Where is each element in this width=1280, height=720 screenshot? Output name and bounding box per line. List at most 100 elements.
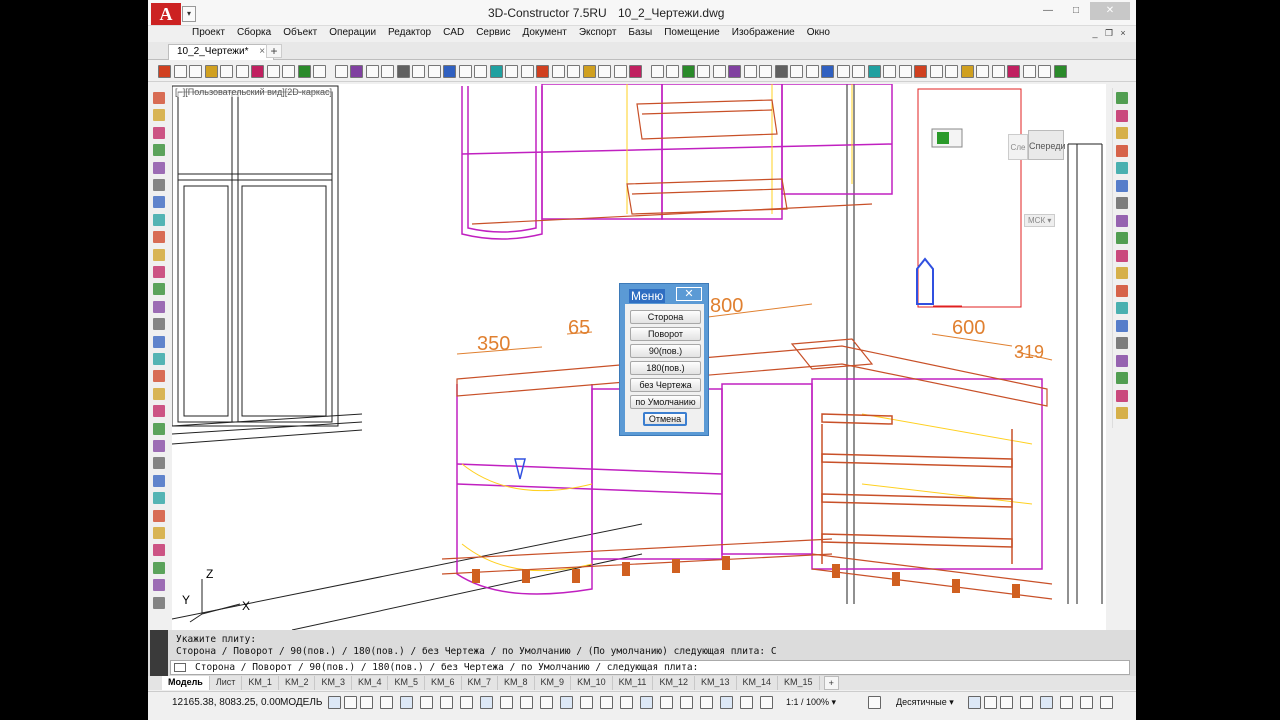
viewcube[interactable]: Сле Спереди bbox=[1008, 124, 1065, 164]
toolbar-tool-icon[interactable] bbox=[991, 65, 1005, 78]
status-toggle-icon[interactable] bbox=[380, 696, 393, 709]
toolbar-tool-icon[interactable] bbox=[836, 65, 850, 78]
menu-export[interactable]: Экспорт bbox=[573, 26, 623, 42]
wcs-menu[interactable]: МСК ▾ bbox=[1024, 214, 1056, 227]
drawing-viewport[interactable]: 350 65 800 600 319 Z X Y [−][Пользовател… bbox=[172, 84, 1106, 630]
menu-room[interactable]: Помещение bbox=[658, 26, 726, 42]
menu-project[interactable]: Проект bbox=[186, 26, 231, 42]
draw-tool-icon[interactable] bbox=[153, 509, 165, 522]
toolbar-tool-icon[interactable] bbox=[1053, 65, 1067, 78]
default-button[interactable]: по Умолчанию bbox=[630, 395, 701, 409]
menu-editor[interactable]: Редактор bbox=[382, 26, 437, 42]
toolbar-tool-icon[interactable] bbox=[774, 65, 788, 78]
toolbar-tool-icon[interactable] bbox=[790, 65, 803, 78]
toolbar-tool-icon[interactable] bbox=[898, 65, 912, 78]
draw-tool-icon[interactable] bbox=[153, 353, 165, 365]
draw-tool-icon[interactable] bbox=[153, 161, 165, 174]
status-toggle-icon[interactable] bbox=[660, 696, 673, 709]
toolbar-tool-icon[interactable] bbox=[945, 65, 958, 78]
rotate-180-button[interactable]: 180(пов.) bbox=[630, 361, 701, 375]
modify-tool-icon[interactable] bbox=[1116, 284, 1128, 297]
status-toggle-icon[interactable] bbox=[740, 696, 753, 709]
menu-cad[interactable]: CAD bbox=[437, 26, 470, 42]
modify-tool-icon[interactable] bbox=[1116, 302, 1128, 314]
status-toggle-icon[interactable] bbox=[720, 696, 733, 709]
toolbar-tool-icon[interactable] bbox=[334, 65, 348, 78]
status-toggle-icon[interactable] bbox=[640, 696, 653, 709]
draw-tool-icon[interactable] bbox=[153, 544, 165, 557]
toolbar-tool-icon[interactable] bbox=[1022, 65, 1036, 78]
toolbar-tool-icon[interactable] bbox=[914, 65, 927, 78]
menu-databases[interactable]: Базы bbox=[622, 26, 658, 42]
status-toggle-icon[interactable] bbox=[520, 696, 533, 709]
status-toggle-icon[interactable] bbox=[1080, 696, 1093, 709]
no-drawing-button[interactable]: без Чертежа bbox=[630, 378, 701, 392]
toolbar-tool-icon[interactable] bbox=[650, 65, 664, 78]
status-toggle-icon[interactable] bbox=[984, 696, 997, 709]
layout-tab-km4[interactable]: KM_4 bbox=[352, 676, 389, 690]
draw-tool-icon[interactable] bbox=[153, 579, 165, 592]
status-toggle-icon[interactable] bbox=[620, 696, 633, 709]
toolbar-tool-icon[interactable] bbox=[712, 65, 726, 78]
layout-tab-km8[interactable]: KM_8 bbox=[498, 676, 535, 690]
modify-tool-icon[interactable] bbox=[1116, 319, 1128, 332]
toolbar-tool-icon[interactable] bbox=[582, 65, 596, 78]
status-toggle-icon[interactable] bbox=[360, 696, 373, 709]
add-layout-button[interactable]: + bbox=[823, 676, 839, 690]
layout-tab-km13[interactable]: KM_13 bbox=[695, 676, 737, 690]
status-toggle-icon[interactable] bbox=[344, 696, 357, 709]
status-toggle-icon[interactable] bbox=[400, 696, 413, 709]
modify-tool-icon[interactable] bbox=[1116, 179, 1128, 192]
toolbar-tool-icon[interactable] bbox=[960, 65, 974, 78]
draw-tool-icon[interactable] bbox=[153, 422, 165, 435]
layout-tab-km11[interactable]: KM_11 bbox=[613, 676, 654, 690]
draw-tool-icon[interactable] bbox=[153, 596, 165, 609]
model-space-toggle[interactable]: МОДЕЛЬ bbox=[280, 697, 322, 708]
toolbar-tool-icon[interactable] bbox=[728, 65, 741, 78]
view-label[interactable]: [−][Пользовательский вид][2D-каркас] bbox=[175, 87, 333, 97]
status-toggle-icon[interactable] bbox=[540, 696, 553, 709]
toolbar-tool-icon[interactable] bbox=[598, 65, 611, 78]
status-toggle-icon[interactable] bbox=[420, 696, 433, 709]
toolbar-tool-icon[interactable] bbox=[313, 65, 326, 78]
draw-tool-icon[interactable] bbox=[153, 474, 165, 487]
toolbar-tool-icon[interactable] bbox=[567, 65, 580, 78]
units-selector[interactable]: Десятичные ▾ bbox=[896, 697, 954, 708]
status-toggle-icon[interactable] bbox=[700, 696, 713, 709]
status-toggle-icon[interactable] bbox=[440, 696, 453, 709]
draw-tool-icon[interactable] bbox=[153, 370, 165, 383]
status-toggle-icon[interactable] bbox=[1020, 696, 1033, 709]
layout-tab-km5[interactable]: KM_5 bbox=[388, 676, 425, 690]
modify-tool-icon[interactable] bbox=[1116, 372, 1128, 384]
layout-tab-km9[interactable]: KM_9 bbox=[535, 676, 572, 690]
new-tab-button[interactable]: + bbox=[266, 44, 282, 58]
toolbar-tool-icon[interactable] bbox=[282, 65, 295, 78]
viewcube-front-face[interactable]: Спереди bbox=[1028, 130, 1065, 160]
toolbar-tool-icon[interactable] bbox=[505, 65, 518, 78]
status-toggle-icon[interactable] bbox=[1060, 696, 1073, 709]
toolbar-tool-icon[interactable] bbox=[613, 65, 627, 78]
draw-tool-icon[interactable] bbox=[153, 196, 165, 209]
menu-window[interactable]: Окно bbox=[801, 26, 836, 42]
annotation-scale[interactable]: 1:1 / 100% ▾ bbox=[786, 697, 836, 708]
toolbar-tool-icon[interactable] bbox=[381, 65, 394, 78]
draw-tool-icon[interactable] bbox=[153, 126, 165, 139]
doc-restore-button[interactable]: ❐ bbox=[1102, 27, 1116, 39]
toolbar-tool-icon[interactable] bbox=[396, 65, 410, 78]
toolbar-tool-icon[interactable] bbox=[536, 65, 549, 78]
modify-tool-icon[interactable] bbox=[1116, 407, 1128, 419]
modify-tool-icon[interactable] bbox=[1116, 109, 1128, 122]
status-toggle-icon[interactable] bbox=[560, 696, 573, 709]
menu-operations[interactable]: Операции bbox=[323, 26, 382, 42]
rotate-90-button[interactable]: 90(пов.) bbox=[630, 344, 701, 358]
toolbar-tool-icon[interactable] bbox=[1038, 65, 1051, 78]
draw-tool-icon[interactable] bbox=[153, 527, 165, 539]
toolbar-tool-icon[interactable] bbox=[551, 65, 565, 78]
status-toggle-icon[interactable] bbox=[480, 696, 493, 709]
toolbar-tool-icon[interactable] bbox=[805, 65, 819, 78]
toolbar-tool-icon[interactable] bbox=[743, 65, 757, 78]
status-toggle-icon[interactable] bbox=[680, 696, 693, 709]
menu-assembly[interactable]: Сборка bbox=[231, 26, 277, 42]
toolbar-tool-icon[interactable] bbox=[365, 65, 379, 78]
draw-tool-icon[interactable] bbox=[153, 231, 165, 244]
